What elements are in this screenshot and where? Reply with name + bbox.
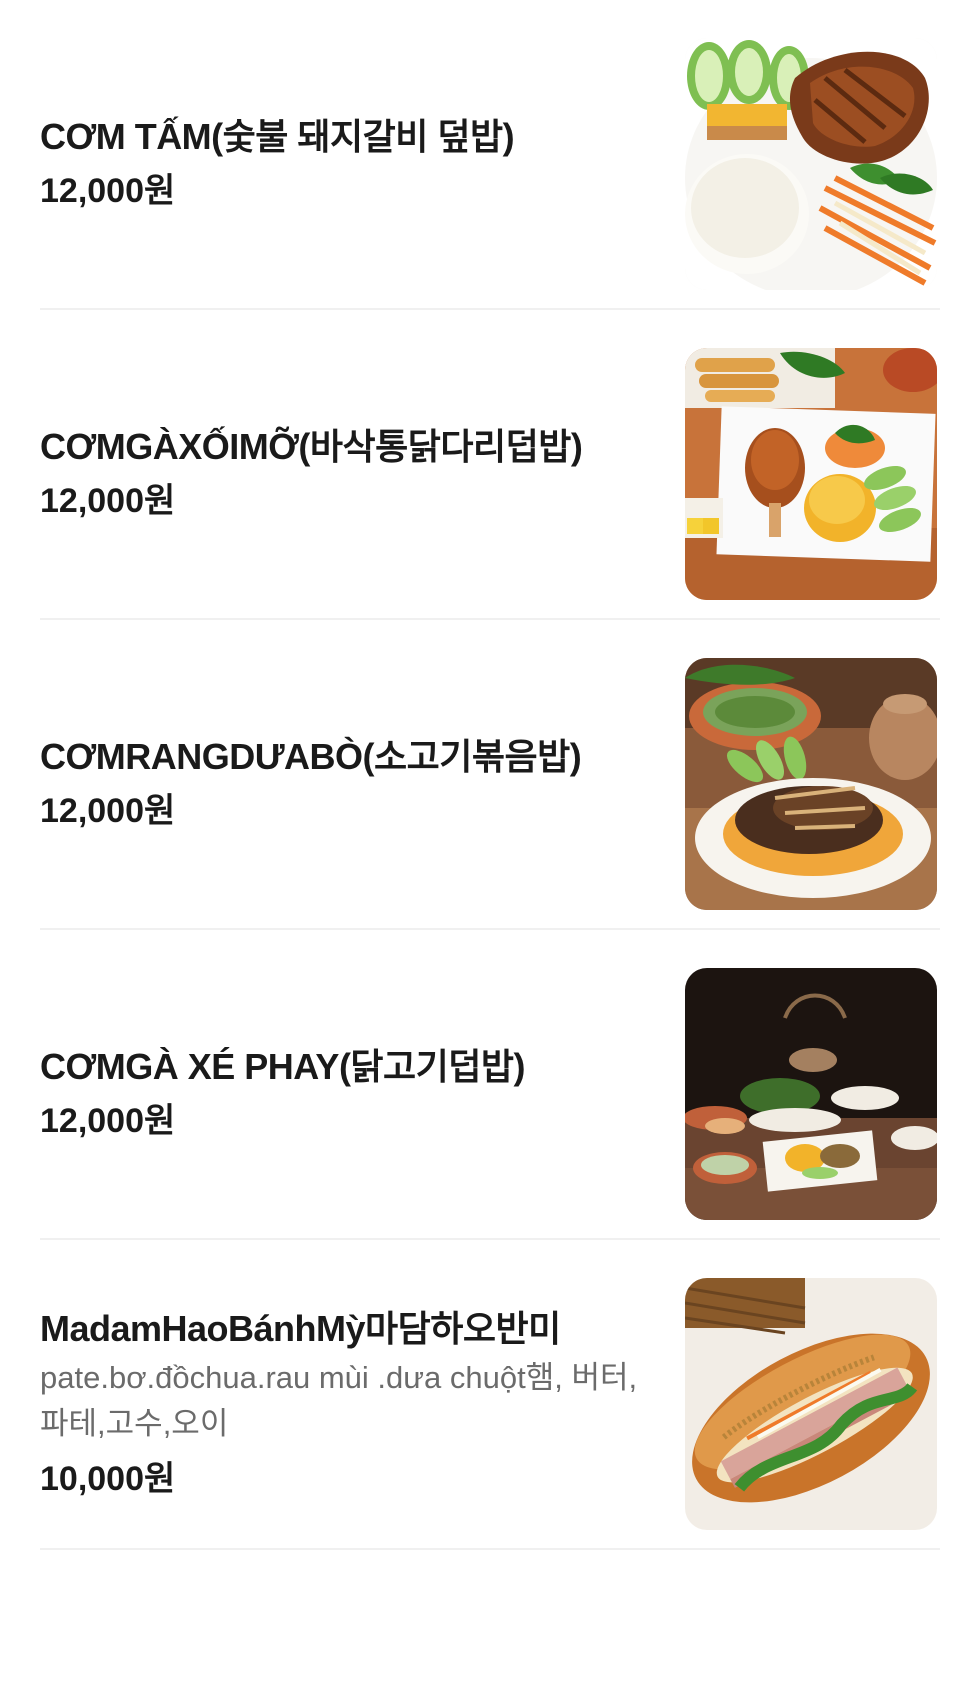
divider: [40, 1548, 940, 1550]
menu-item-price: 12,000원: [40, 792, 176, 830]
shredded-chicken-table-image: [685, 968, 937, 1220]
menu-item-photo[interactable]: [685, 348, 937, 600]
menu-item-photo[interactable]: [685, 658, 937, 910]
divider: [40, 928, 940, 930]
divider: [40, 308, 940, 310]
menu-item-text: CƠM TẤM(숯불 돼지갈비 덮밥) 12,000원: [40, 38, 640, 290]
menu-item-com-ga-xe-phay[interactable]: CƠMGÀ XÉ PHAY(닭고기덥밥) 12,000원: [40, 968, 940, 1220]
menu-item-price: 12,000원: [40, 1102, 176, 1140]
menu-item-price: 12,000원: [40, 172, 176, 210]
menu-item-name: CƠMRANGDƯABÒ(소고기볶음밥): [40, 736, 582, 777]
menu-item-banh-my[interactable]: MadamHaoBánhMỳ마담하오반미 pate.bơ.đồchua.rau …: [40, 1278, 940, 1530]
menu-item-description: pate.bơ.đồchua.rau mùi .dưa chuột햄, 버터,파…: [40, 1360, 638, 1441]
menu-item-photo[interactable]: [685, 38, 937, 290]
menu-item-name: CƠMGÀXỐIMỠ(바삭통닭다리덥밥): [40, 426, 583, 467]
menu-item-com-ga-xoi-mo[interactable]: CƠMGÀXỐIMỠ(바삭통닭다리덥밥) 12,000원: [40, 348, 940, 600]
menu-item-com-tam[interactable]: CƠM TẤM(숯불 돼지갈비 덮밥) 12,000원: [40, 38, 940, 290]
divider: [40, 618, 940, 620]
menu-item-text: CƠMRANGDƯABÒ(소고기볶음밥) 12,000원: [40, 658, 640, 910]
menu-item-photo[interactable]: [685, 1278, 937, 1530]
menu-item-com-rang-dua-bo[interactable]: CƠMRANGDƯABÒ(소고기볶음밥) 12,000원: [40, 658, 940, 910]
com-tam-food-image: [685, 38, 937, 290]
menu-item-text: CƠMGÀXỐIMỠ(바삭통닭다리덥밥) 12,000원: [40, 348, 640, 600]
beef-fried-rice-image: [685, 658, 937, 910]
menu-item-name: CƠMGÀ XÉ PHAY(닭고기덥밥): [40, 1046, 526, 1087]
menu-item-name: CƠM TẤM(숯불 돼지갈비 덮밥): [40, 116, 515, 157]
banh-mi-image: [685, 1278, 937, 1530]
menu-item-text: CƠMGÀ XÉ PHAY(닭고기덥밥) 12,000원: [40, 968, 640, 1220]
crispy-chicken-food-image: [685, 348, 937, 600]
menu-item-name: MadamHaoBánhMỳ마담하오반미: [40, 1308, 561, 1349]
menu-item-photo[interactable]: [685, 968, 937, 1220]
menu-item-text: MadamHaoBánhMỳ마담하오반미 pate.bơ.đồchua.rau …: [40, 1278, 640, 1530]
menu-item-price: 10,000원: [40, 1460, 176, 1498]
menu-item-price: 12,000원: [40, 482, 176, 520]
divider: [40, 1238, 940, 1240]
